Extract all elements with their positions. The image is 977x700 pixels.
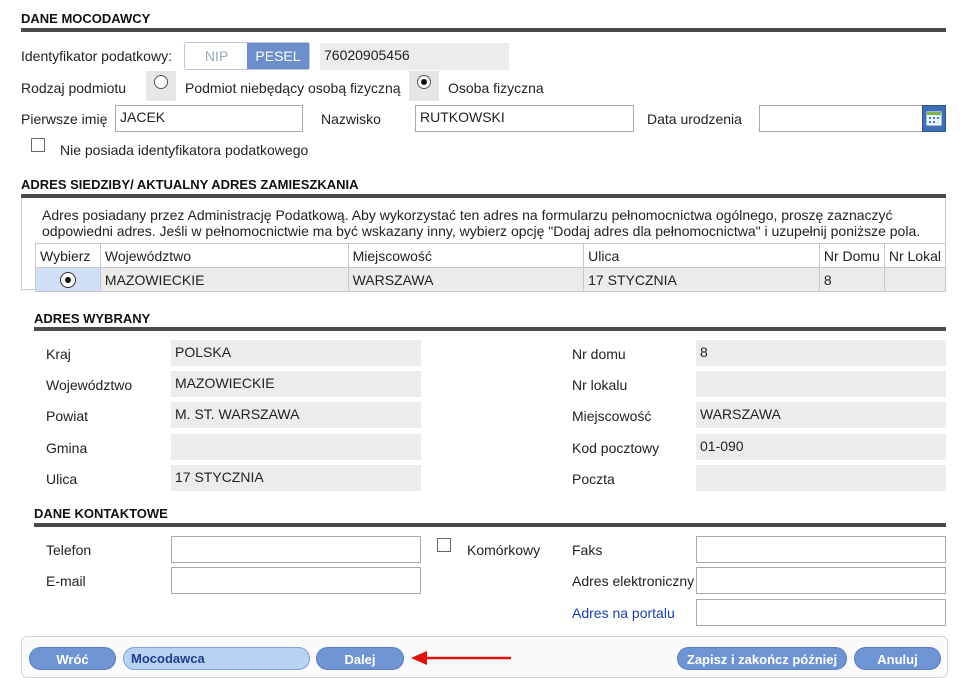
voivodeship-value: MAZOWIECKIE (171, 371, 421, 397)
city-label: Miejscowość (572, 408, 652, 424)
last-name-field[interactable]: RUTKOWSKI (415, 105, 634, 132)
tax-id-value: 76020905456 (320, 43, 509, 70)
post-office-label: Poczta (572, 471, 615, 487)
flat-no-label: Nr lokalu (572, 377, 628, 393)
selected-address-title: ADRES WYBRANY (34, 311, 151, 326)
cell-city: WARSZAWA (347, 267, 585, 292)
nip-option[interactable]: NIP (185, 43, 248, 69)
postal-code-value: 01-090 (696, 434, 946, 460)
portal-address-link[interactable]: Adres na portalu (572, 605, 675, 621)
cell-house: 8 (818, 267, 885, 292)
col-select: Wybierz (35, 243, 101, 268)
col-house: Nr Domu (818, 243, 885, 268)
col-city: Miejscowość (347, 243, 585, 268)
house-no-value: 8 (696, 340, 946, 366)
section-divider (34, 327, 946, 331)
post-office-value (696, 465, 946, 491)
street-value: 17 STYCZNIA (171, 465, 421, 491)
red-arrow-annotation (411, 651, 511, 665)
tax-id-label: Identyfikator podatkowy: (21, 48, 172, 64)
first-name-label: Pierwsze imię (21, 111, 108, 127)
contact-section-title: DANE KONTAKTOWE (34, 506, 168, 521)
county-value: M. ST. WARSZAWA (171, 402, 421, 428)
country-value: POLSKA (171, 340, 421, 366)
address-section-title: ADRES SIEDZIBY/ AKTUALNY ADRES ZAMIESZKA… (21, 177, 359, 192)
country-label: Kraj (46, 346, 71, 362)
radio-legal-wrapper (146, 71, 176, 101)
last-name-label: Nazwisko (321, 111, 381, 127)
step-indicator: Mocodawca (123, 647, 310, 670)
mobile-checkbox[interactable] (437, 538, 451, 552)
save-finish-later-button[interactable]: Zapisz i zakończ później (677, 647, 847, 670)
flat-no-value (696, 371, 946, 397)
address-info-line1: Adres posiadany przez Administrację Poda… (42, 207, 893, 223)
email-field[interactable] (171, 567, 421, 594)
back-button[interactable]: Wróć (29, 647, 116, 670)
next-button[interactable]: Dalej (316, 647, 404, 670)
birth-date-label: Data urodzenia (647, 111, 742, 127)
row-select-cell[interactable] (35, 267, 101, 292)
radio-person-wrapper (409, 71, 439, 101)
col-flat: Nr Lokal (883, 243, 947, 268)
county-label: Powiat (46, 408, 89, 424)
commune-value (171, 434, 421, 460)
city-value: WARSZAWA (696, 402, 946, 428)
fax-field[interactable] (696, 536, 946, 563)
table-row[interactable]: MAZOWIECKIE WARSZAWA 17 STYCZNIA 8 (35, 267, 947, 292)
street-label: Ulica (46, 471, 78, 487)
radio-legal-entity[interactable] (154, 75, 168, 89)
radio-natural-person[interactable] (417, 75, 431, 89)
row-select-radio[interactable] (59, 272, 76, 289)
cell-street: 17 STYCZNIA (583, 267, 820, 292)
tax-id-toggle[interactable]: NIP PESEL (184, 42, 310, 70)
cell-voivodeship: MAZOWIECKIE (99, 267, 349, 292)
pesel-option[interactable]: PESEL (247, 43, 309, 69)
voivodeship-label: Województwo (46, 377, 133, 393)
entity-type-label: Rodzaj podmiotu (21, 80, 127, 96)
house-no-label: Nr domu (572, 346, 626, 362)
cell-flat (883, 267, 947, 292)
portal-address-field[interactable] (696, 599, 946, 626)
phone-field[interactable] (171, 536, 421, 563)
mobile-label: Komórkowy (467, 542, 541, 558)
col-street: Ulica (583, 243, 820, 268)
electronic-address-field[interactable] (696, 567, 946, 594)
birth-date-field[interactable] (759, 105, 924, 132)
phone-label: Telefon (46, 542, 92, 558)
email-label: E-mail (46, 573, 86, 589)
fax-label: Faks (572, 542, 603, 558)
grantor-section-title: DANE MOCODAWCY (21, 11, 151, 26)
postal-code-label: Kod pocztowy (572, 440, 660, 456)
commune-label: Gmina (46, 440, 88, 456)
no-tax-id-checkbox[interactable] (31, 138, 45, 152)
col-voivodeship: Województwo (99, 243, 349, 268)
section-divider (21, 28, 946, 32)
electronic-address-label: Adres elektroniczny (572, 573, 695, 589)
address-table: Wybierz Województwo Miejscowość Ulica Nr… (35, 243, 947, 292)
calendar-icon[interactable] (922, 105, 946, 132)
first-name-field[interactable]: JACEK (115, 105, 303, 132)
cancel-button[interactable]: Anuluj (854, 647, 941, 670)
table-header-row: Wybierz Województwo Miejscowość Ulica Nr… (35, 243, 947, 268)
no-tax-id-label: Nie posiada identyfikatora podatkowego (60, 142, 309, 158)
entity-option-person-label: Osoba fizyczna (448, 80, 544, 96)
section-divider (34, 523, 946, 527)
address-info-line2: odpowiedni adres. Jeśli w pełnomocnictwi… (42, 223, 921, 239)
entity-option-legal-label: Podmiot niebędący osobą fizyczną (185, 80, 401, 96)
